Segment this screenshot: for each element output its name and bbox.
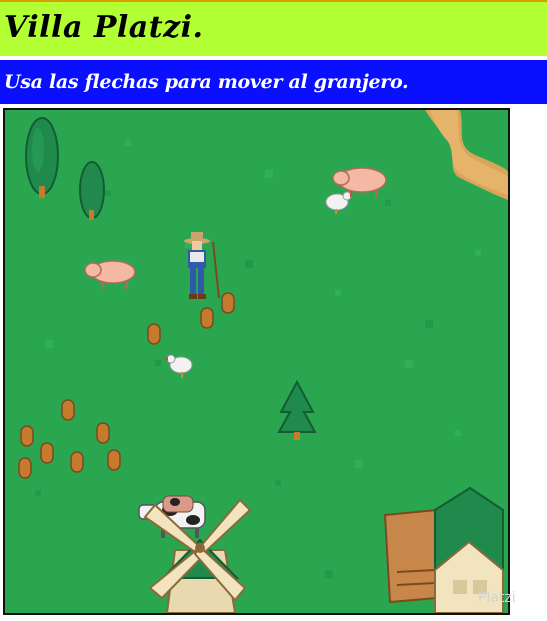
platzi-watermark: Platzi — [478, 590, 516, 606]
instructions-bar: Usa las flechas para mover al granjero. — [0, 60, 547, 104]
cow — [162, 495, 194, 513]
stump — [70, 451, 84, 473]
instructions-text: Usa las flechas para mover al granjero. — [4, 71, 409, 93]
game-canvas[interactable] — [3, 108, 510, 615]
page-title: Villa Platzi. — [4, 10, 204, 45]
stump — [96, 422, 110, 444]
stump — [147, 323, 161, 345]
stump — [221, 292, 235, 314]
stump — [20, 425, 34, 447]
stump — [61, 399, 75, 421]
stump — [107, 449, 121, 471]
stump — [200, 307, 214, 329]
game-scene — [5, 110, 508, 613]
stump — [40, 442, 54, 464]
title-bar: Villa Platzi. — [0, 0, 547, 56]
tree — [79, 161, 105, 220]
stump — [18, 457, 32, 479]
